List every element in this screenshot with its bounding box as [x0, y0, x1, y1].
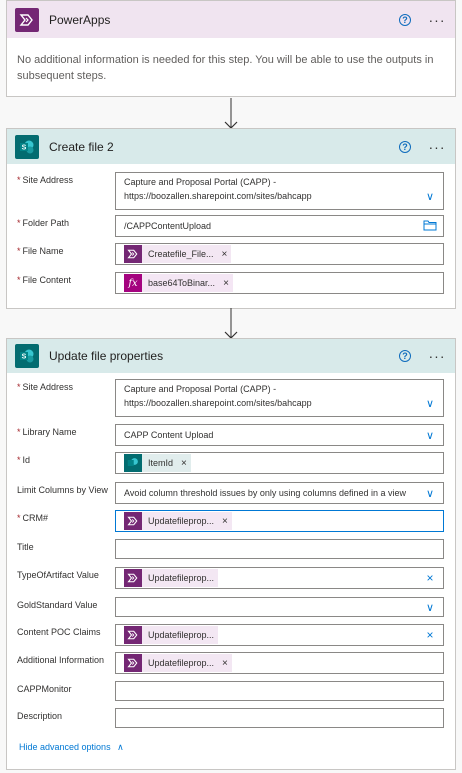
sharepoint-icon — [124, 454, 142, 472]
id-label: * Id — [17, 455, 31, 465]
site-address-label: * Site Address — [17, 175, 74, 185]
site-address-dropdown[interactable]: Capture and Proposal Portal (CAPP) - htt… — [115, 379, 444, 417]
fx-icon: fx — [124, 274, 142, 292]
remove-token-icon[interactable]: × — [222, 658, 228, 669]
remove-token-icon[interactable]: × — [222, 249, 228, 260]
site-address-line1: Capture and Proposal Portal (CAPP) - — [124, 177, 277, 187]
remove-token-icon[interactable]: × — [223, 278, 229, 289]
file-name-label: * File Name — [17, 246, 64, 256]
title-input[interactable] — [115, 539, 444, 559]
site-address-line2: https://boozallen.sharepoint.com/sites/b… — [124, 398, 312, 408]
dynamic-content-token[interactable]: Updatefileprop... × — [124, 654, 232, 672]
library-name-label: * Library Name — [17, 427, 77, 437]
clear-icon[interactable]: × — [423, 571, 437, 585]
dynamic-content-token[interactable]: Updatefileprop... — [124, 626, 219, 644]
powerapps-icon — [124, 569, 142, 587]
type-of-artifact-label: TypeOfArtifact Value — [17, 570, 99, 580]
site-address-line1: Capture and Proposal Portal (CAPP) - — [124, 384, 277, 394]
additional-information-label: Additional Information — [17, 655, 105, 665]
chevron-down-icon[interactable]: ∨ — [423, 397, 437, 410]
file-content-input[interactable]: fx base64ToBinar... × — [115, 272, 444, 294]
dynamic-content-token[interactable]: ItemId × — [124, 454, 191, 472]
powerapps-header[interactable]: PowerApps ? ··· — [7, 1, 455, 38]
remove-token-icon[interactable]: × — [181, 458, 187, 469]
file-content-label: * File Content — [17, 275, 72, 285]
description-label: Description — [17, 711, 63, 721]
help-icon[interactable]: ? — [399, 140, 411, 153]
limit-columns-label: Limit Columns by View — [17, 485, 108, 495]
title-label: Title — [17, 542, 34, 552]
create-file-header[interactable]: S Create file 2 ? ··· — [7, 129, 455, 164]
crm-label: * CRM# — [17, 513, 49, 523]
powerapps-icon — [15, 7, 39, 32]
site-address-label: * Site Address — [17, 382, 74, 392]
chevron-up-icon: ∧ — [117, 742, 124, 752]
folder-icon[interactable] — [423, 219, 437, 233]
more-options-icon[interactable]: ··· — [427, 139, 447, 155]
powerapps-icon — [124, 245, 142, 263]
capp-monitor-input[interactable] — [115, 681, 444, 701]
svg-text:S: S — [22, 144, 27, 151]
sharepoint-icon: S — [15, 134, 39, 159]
create-file-card: S Create file 2 ? ··· * Site Address Capt… — [6, 128, 456, 309]
gold-standard-dropdown[interactable]: ∨ — [115, 597, 444, 617]
capp-monitor-label: CAPPMonitor — [17, 684, 72, 694]
update-file-properties-title: Update file properties — [49, 349, 164, 363]
powerapps-title: PowerApps — [49, 12, 111, 27]
powerapps-icon — [124, 512, 142, 530]
chevron-down-icon[interactable]: ∨ — [423, 429, 437, 442]
additional-information-input[interactable]: Updatefileprop... × — [115, 652, 444, 674]
more-options-icon[interactable]: ··· — [427, 348, 447, 364]
dynamic-content-token[interactable]: Createfile_File... × — [124, 245, 232, 263]
sharepoint-icon: S — [15, 344, 39, 368]
content-poc-label: Content POC Claims — [17, 627, 101, 637]
content-poc-input[interactable]: Updatefileprop... × — [115, 624, 444, 646]
dynamic-content-token[interactable]: Updatefileprop... × — [124, 512, 232, 530]
clear-icon[interactable]: × — [423, 628, 437, 642]
update-file-properties-card: S Update file properties ? ··· * Site Add… — [6, 338, 456, 770]
create-file-title: Create file 2 — [49, 139, 114, 154]
folder-path-input[interactable]: /CAPPContentUpload — [115, 215, 444, 237]
help-icon[interactable]: ? — [399, 350, 411, 362]
file-name-input[interactable]: Createfile_File... × — [115, 243, 444, 265]
library-name-dropdown[interactable]: CAPP Content Upload ∨ — [115, 424, 444, 446]
powerapps-icon — [124, 654, 142, 672]
chevron-down-icon[interactable]: ∨ — [423, 601, 437, 614]
limit-columns-dropdown[interactable]: Avoid column threshold issues by only us… — [115, 482, 444, 504]
gold-standard-label: GoldStandard Value — [17, 600, 98, 610]
update-file-properties-header[interactable]: S Update file properties ? ··· — [7, 339, 455, 373]
more-options-icon[interactable]: ··· — [427, 12, 447, 28]
remove-token-icon[interactable]: × — [222, 516, 228, 527]
id-input[interactable]: ItemId × — [115, 452, 444, 474]
folder-path-label: * Folder Path — [17, 218, 70, 228]
hide-advanced-options-link[interactable]: Hide advanced options ∧ — [19, 742, 124, 753]
site-address-dropdown[interactable]: Capture and Proposal Portal (CAPP) - htt… — [115, 172, 444, 210]
chevron-down-icon[interactable]: ∨ — [423, 190, 437, 203]
expression-token[interactable]: fx base64ToBinar... × — [124, 274, 233, 292]
powerapps-icon — [124, 626, 142, 644]
help-icon[interactable]: ? — [399, 13, 411, 26]
site-address-line2: https://boozallen.sharepoint.com/sites/b… — [124, 191, 312, 201]
dynamic-content-token[interactable]: Updatefileprop... — [124, 569, 219, 587]
crm-input[interactable]: Updatefileprop... × — [115, 510, 444, 532]
type-of-artifact-input[interactable]: Updatefileprop... × — [115, 567, 444, 589]
powerapps-info: No additional information is needed for … — [17, 54, 434, 82]
chevron-down-icon[interactable]: ∨ — [423, 487, 437, 500]
powerapps-card: PowerApps ? ··· No additional informatio… — [6, 0, 456, 97]
description-input[interactable] — [115, 708, 444, 728]
svg-text:S: S — [22, 354, 27, 361]
